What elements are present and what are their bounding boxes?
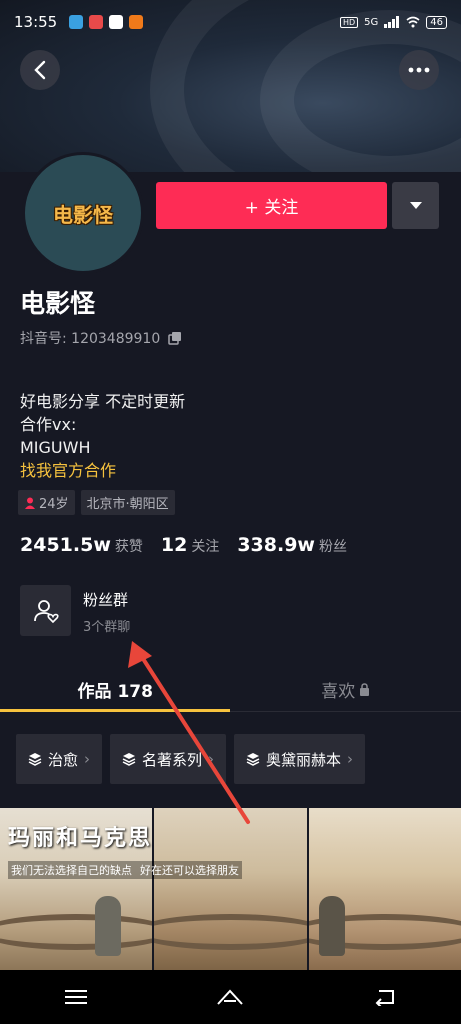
wifi-icon: [406, 16, 420, 28]
collection-label: 奥黛丽赫本: [266, 750, 342, 769]
video-title: 玛丽和马克思: [8, 826, 153, 851]
tab-works[interactable]: 作品 178: [0, 668, 231, 711]
bio-line: 好电影分享 不定时更新: [20, 392, 186, 411]
mail-icon: [109, 15, 124, 29]
video-subtitle-right: 好在还可以选择朋友: [140, 864, 239, 877]
likes-stat[interactable]: 2451.5w 获赞: [20, 534, 143, 556]
signal-icon: [384, 16, 400, 28]
fans-label: 粉丝: [318, 539, 347, 555]
scene-figure: [95, 896, 121, 956]
location-tag: 北京市·朝阳区: [80, 490, 175, 515]
following-label: 关注: [191, 539, 220, 555]
female-icon: [25, 497, 35, 509]
more-options-button[interactable]: [399, 50, 439, 90]
layers-icon: [28, 753, 42, 766]
hd-icon: HD: [339, 16, 359, 28]
back-nav-icon[interactable]: [373, 988, 397, 1006]
scene-road: [154, 914, 307, 950]
menu-icon[interactable]: [64, 989, 87, 1005]
tab-works-label: 作品 178: [77, 682, 153, 702]
follow-button[interactable]: + 关注: [156, 182, 387, 229]
collection-list: 治愈 › 名著系列 › 奥黛丽赫本 ›: [16, 734, 366, 784]
douyin-id-text: 抖音号: 1203489910: [20, 331, 161, 347]
app-notification-icon: [129, 15, 144, 29]
age-text: 24岁: [39, 497, 69, 512]
active-tab-indicator: [0, 709, 230, 712]
avatar[interactable]: 电影怪: [22, 152, 144, 274]
video-subtitle-left: 我们无法选择自己的缺点: [11, 864, 132, 877]
collection-item[interactable]: 治愈 ›: [16, 734, 103, 784]
age-tag: 24岁: [18, 490, 75, 515]
follow-button-label: + 关注: [244, 198, 299, 218]
video-thumbnail[interactable]: [308, 808, 461, 970]
recommend-dropdown-button[interactable]: [392, 182, 439, 229]
bio-line: 合作vx:: [20, 415, 77, 434]
tab-likes-label: 喜欢: [321, 682, 356, 702]
fans-count: 338.9w: [237, 534, 315, 556]
likes-count: 2451.5w: [20, 534, 111, 556]
chevron-right-icon: ›: [84, 750, 91, 768]
back-button[interactable]: [20, 50, 60, 90]
telegram-icon: [69, 15, 84, 29]
official-cooperation-link[interactable]: 找我官方合作: [20, 459, 185, 482]
layers-icon: [246, 753, 260, 766]
system-icons: HD 5G 46: [339, 15, 447, 29]
fan-group-subtitle: 3个群聊: [83, 620, 131, 635]
lock-icon: [360, 683, 370, 696]
battery-indicator: 46: [426, 15, 447, 29]
scene-figure: [318, 896, 345, 956]
collection-item[interactable]: 名著系列 ›: [110, 734, 227, 784]
video-thumbnail[interactable]: [154, 808, 307, 970]
caret-down-icon: [409, 202, 422, 209]
fan-group-title: 粉丝群: [83, 591, 129, 609]
status-time: 13:55: [14, 13, 58, 31]
collection-label: 名著系列: [142, 750, 203, 769]
bio-line: MIGUWH: [20, 438, 91, 457]
layers-icon: [122, 753, 136, 766]
following-count: 12: [160, 534, 188, 556]
notification-icons: [69, 15, 144, 29]
more-dots-icon: [408, 67, 430, 73]
app-notification-icon: [89, 15, 104, 29]
profile-name: 电影怪: [20, 289, 96, 318]
user-heart-icon: [33, 599, 59, 623]
video-subtitle: 我们无法选择自己的缺点 好在还可以选择朋友: [8, 861, 242, 879]
status-bar: 13:55 HD 5G 46: [0, 0, 461, 44]
chevron-left-icon: [34, 60, 46, 80]
location-text: 北京市·朝阳区: [86, 497, 169, 512]
fan-group-icon-box: [20, 585, 71, 636]
profile-bio: 好电影分享 不定时更新 合作vx: MIGUWH 找我官方合作: [20, 390, 185, 482]
douyin-id: 抖音号: 1203489910: [20, 328, 182, 348]
network-label: 5G: [364, 16, 379, 28]
likes-label: 获赞: [114, 539, 143, 555]
scene-road: [0, 914, 153, 950]
collection-item[interactable]: 奥黛丽赫本 ›: [234, 734, 366, 784]
collection-label: 治愈: [48, 750, 79, 769]
profile-tags: 24岁 北京市·朝阳区: [18, 490, 175, 515]
content-tabs: 作品 178 喜欢: [0, 668, 461, 712]
profile-stats: 2451.5w 获赞 12 关注 338.9w 粉丝: [20, 534, 347, 556]
chevron-right-icon: ›: [208, 750, 215, 768]
following-stat[interactable]: 12 关注: [161, 534, 219, 556]
tab-likes[interactable]: 喜欢: [231, 668, 461, 711]
home-icon[interactable]: [216, 988, 244, 1006]
system-nav-bar: [0, 970, 461, 1024]
avatar-logo-text: 电影怪: [53, 202, 113, 227]
chevron-right-icon: ›: [347, 750, 354, 768]
copy-icon[interactable]: [168, 331, 182, 345]
fan-group-entry[interactable]: 粉丝群 3个群聊: [20, 585, 130, 636]
fan-group-text: 粉丝群 3个群聊: [83, 585, 130, 635]
fans-stat[interactable]: 338.9w 粉丝: [237, 534, 347, 556]
